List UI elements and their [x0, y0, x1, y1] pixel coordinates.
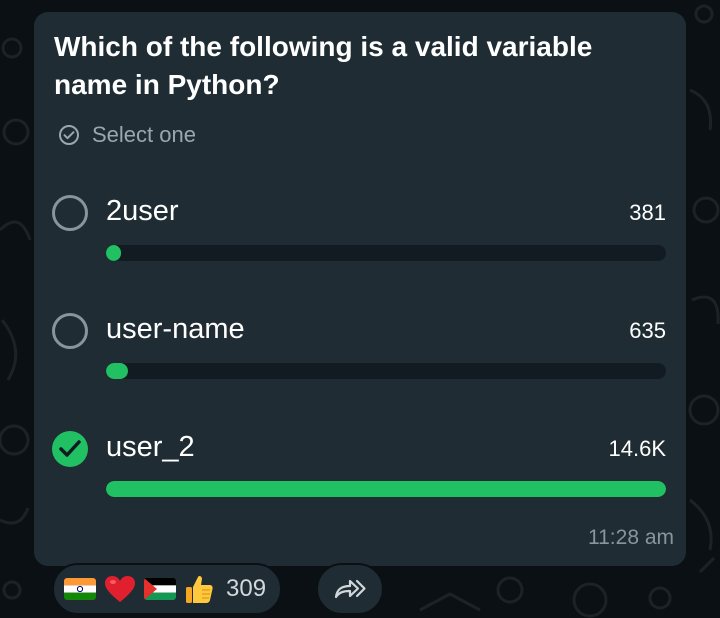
- palestine-flag-icon: [144, 578, 176, 600]
- radio-button[interactable]: [52, 313, 88, 349]
- radio-button[interactable]: [52, 195, 88, 231]
- poll-option-progress-fill: [106, 363, 129, 379]
- poll-option-progress-bar: [106, 363, 666, 379]
- reaction-count: 309: [226, 575, 267, 602]
- poll-option-label: 2user: [106, 195, 179, 227]
- check-circle-icon: [58, 124, 80, 146]
- poll-option-vote-count[interactable]: 635: [629, 315, 666, 347]
- poll-message-bubble: Which of the following is a valid variab…: [34, 12, 686, 566]
- poll-instruction: Select one: [58, 122, 196, 148]
- poll-option-label: user_2: [106, 431, 195, 463]
- radio-button-checked[interactable]: [52, 431, 88, 467]
- poll-option-progress-fill: [106, 245, 121, 261]
- poll-option[interactable]: user_2 14.6K: [34, 431, 686, 531]
- poll-option-vote-count[interactable]: 14.6K: [609, 433, 667, 465]
- poll-option[interactable]: user-name 635: [34, 313, 686, 413]
- red-heart-icon: [104, 575, 136, 603]
- poll-option-vote-count[interactable]: 381: [629, 197, 666, 229]
- poll-question: Which of the following is a valid variab…: [54, 31, 593, 100]
- thumbs-up-icon: [184, 574, 214, 604]
- poll-option-progress-bar: [106, 245, 666, 261]
- message-timestamp: 11:28 am: [588, 526, 674, 549]
- poll-option-label: user-name: [106, 313, 245, 345]
- reactions-bar[interactable]: 309: [52, 563, 283, 615]
- india-flag-icon: [64, 578, 96, 600]
- poll-instruction-text: Select one: [92, 122, 196, 147]
- poll-option-progress-fill: [106, 481, 666, 497]
- forward-button[interactable]: [316, 563, 384, 615]
- poll-option-progress-bar: [106, 481, 666, 497]
- checkmark-icon: [59, 440, 81, 457]
- forward-icon: [334, 579, 366, 599]
- poll-option[interactable]: 2user 381: [34, 195, 686, 295]
